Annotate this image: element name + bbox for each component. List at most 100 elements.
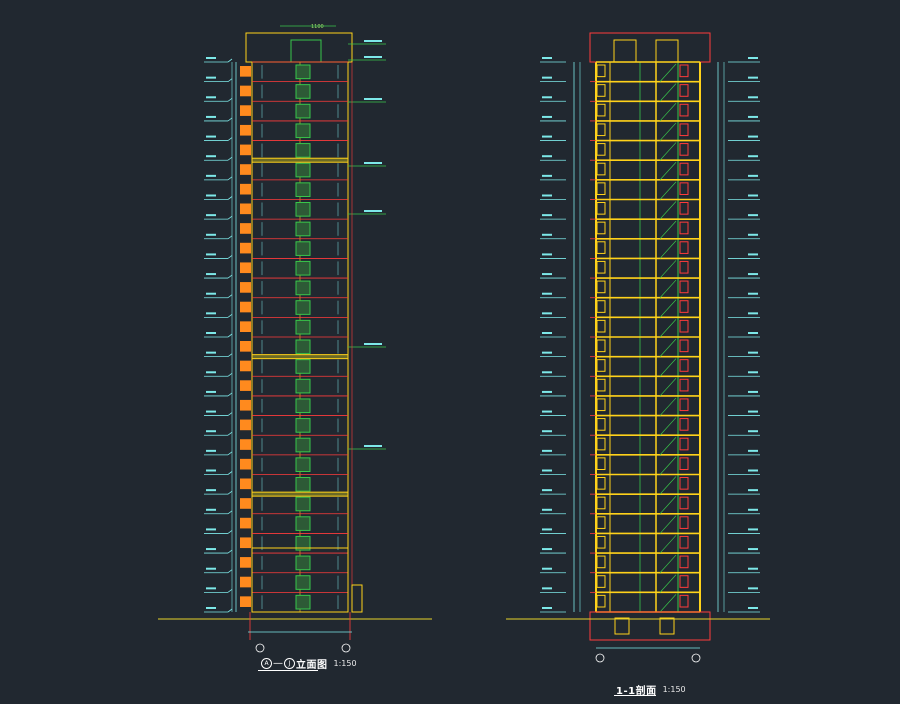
elevation-stair-window: [295, 339, 311, 355]
elevation-stair-window: [295, 496, 311, 512]
elevation-stair-window: [295, 182, 311, 198]
section-window-right: [679, 496, 689, 510]
elevation-note-text: [364, 343, 382, 345]
refuge-floor-band: [251, 354, 349, 360]
section-stair-flight: [659, 299, 677, 318]
section-window-left: [596, 535, 606, 549]
section-stair-flight: [659, 181, 677, 200]
level-mark-tick: [227, 471, 233, 475]
section-window-right: [679, 64, 689, 78]
section-window-left: [596, 378, 606, 392]
level-mark-tick: [227, 176, 233, 181]
section-level-text-right: [748, 371, 758, 374]
level-mark-text: [206, 508, 216, 511]
section-level-text-right: [748, 607, 758, 609]
section-level-text-left: [542, 548, 552, 551]
section-level-text-right: [748, 214, 758, 217]
elevation-note-text: [364, 445, 382, 447]
section-window-right: [679, 319, 689, 333]
elevation-stair-window: [295, 162, 311, 178]
elevation-balcony: [240, 341, 251, 352]
section-stair-flight: [659, 515, 677, 534]
level-mark-text: [206, 351, 216, 354]
elevation-stair-window: [295, 457, 311, 473]
elevation-balcony: [240, 301, 251, 313]
section-window-right: [679, 103, 689, 117]
section-window-left: [596, 64, 606, 78]
elevation-note-text: [364, 40, 382, 42]
left-drawing-title: A — J 立面图 1:150: [260, 656, 357, 671]
elevation-balcony: [240, 164, 251, 175]
section-stair-flight: [659, 260, 677, 279]
section-level-text-left: [542, 390, 552, 393]
level-mark-tick: [227, 314, 233, 318]
level-mark-text: [206, 115, 216, 118]
elevation-stair-window: [295, 241, 311, 256]
level-mark-tick: [227, 431, 233, 436]
level-mark-text: [206, 449, 216, 452]
elevation-stair-window: [295, 280, 311, 296]
section-stair-flight: [659, 397, 677, 416]
section-level-text-right: [748, 57, 758, 59]
section-level-text-right: [748, 410, 758, 413]
section-window-left: [596, 339, 606, 353]
section-level-text-left: [542, 214, 552, 217]
elevation-note-text: [364, 162, 382, 164]
elevation-stair-window: [295, 103, 311, 119]
section-level-text-left: [542, 607, 552, 609]
section-level-text-left: [542, 469, 552, 472]
level-mark-tick: [227, 215, 233, 220]
section-stair-flight: [659, 456, 677, 475]
section-window-right: [679, 202, 689, 215]
section-window-left: [596, 241, 606, 254]
elevation-stair-window: [295, 575, 311, 590]
section-window-left: [596, 437, 606, 451]
section-level-text-right: [748, 587, 758, 590]
elevation-balcony: [240, 537, 251, 549]
section-window-right: [679, 575, 689, 588]
section-level-text-right: [748, 351, 758, 354]
elevation-balcony: [240, 223, 251, 234]
section-axis-bubble-left: [595, 653, 605, 663]
elevation-stair-window: [295, 64, 311, 80]
level-mark-text: [206, 567, 216, 570]
section-stair-flight: [659, 358, 677, 377]
section-window-left: [596, 457, 606, 471]
elevation-balcony: [240, 498, 251, 509]
elevation-stair-window: [295, 300, 311, 315]
section-level-text-right: [748, 449, 758, 452]
section-level-text-right: [748, 469, 758, 472]
section-level-text-left: [542, 489, 552, 492]
elevation-stair-window: [295, 378, 311, 394]
section-level-text-right: [748, 115, 758, 118]
section-window-right: [679, 418, 689, 431]
level-mark-text: [206, 273, 216, 276]
level-mark-tick: [227, 333, 233, 338]
section-level-text-right: [748, 567, 758, 570]
section-window-right: [679, 84, 689, 97]
elevation-balcony: [240, 262, 251, 274]
level-mark-text: [206, 76, 216, 79]
section-stair-flight: [659, 554, 677, 573]
section-level-text-left: [542, 233, 552, 236]
right-title-underline: [614, 695, 656, 696]
level-mark-text: [206, 174, 216, 177]
elevation-balcony: [240, 478, 251, 490]
elevation-balcony: [240, 124, 251, 136]
section-window-left: [596, 123, 606, 137]
section-stair-flight: [659, 476, 677, 495]
section-roof-room: [613, 39, 637, 63]
section-level-text-right: [748, 489, 758, 492]
elevation-stair-window: [295, 143, 311, 158]
section-window-right: [679, 123, 689, 137]
section-level-text-left: [542, 57, 552, 59]
level-mark-text: [206, 233, 216, 236]
section-level-text-right: [748, 292, 758, 295]
section-level-text-right: [748, 76, 758, 79]
elevation-entrance-canopy: [351, 584, 363, 613]
level-mark-tick: [227, 589, 233, 593]
level-mark-text: [206, 548, 216, 551]
section-level-text-left: [542, 587, 552, 590]
level-mark-tick: [227, 274, 233, 279]
section-stair-flight: [659, 338, 677, 357]
